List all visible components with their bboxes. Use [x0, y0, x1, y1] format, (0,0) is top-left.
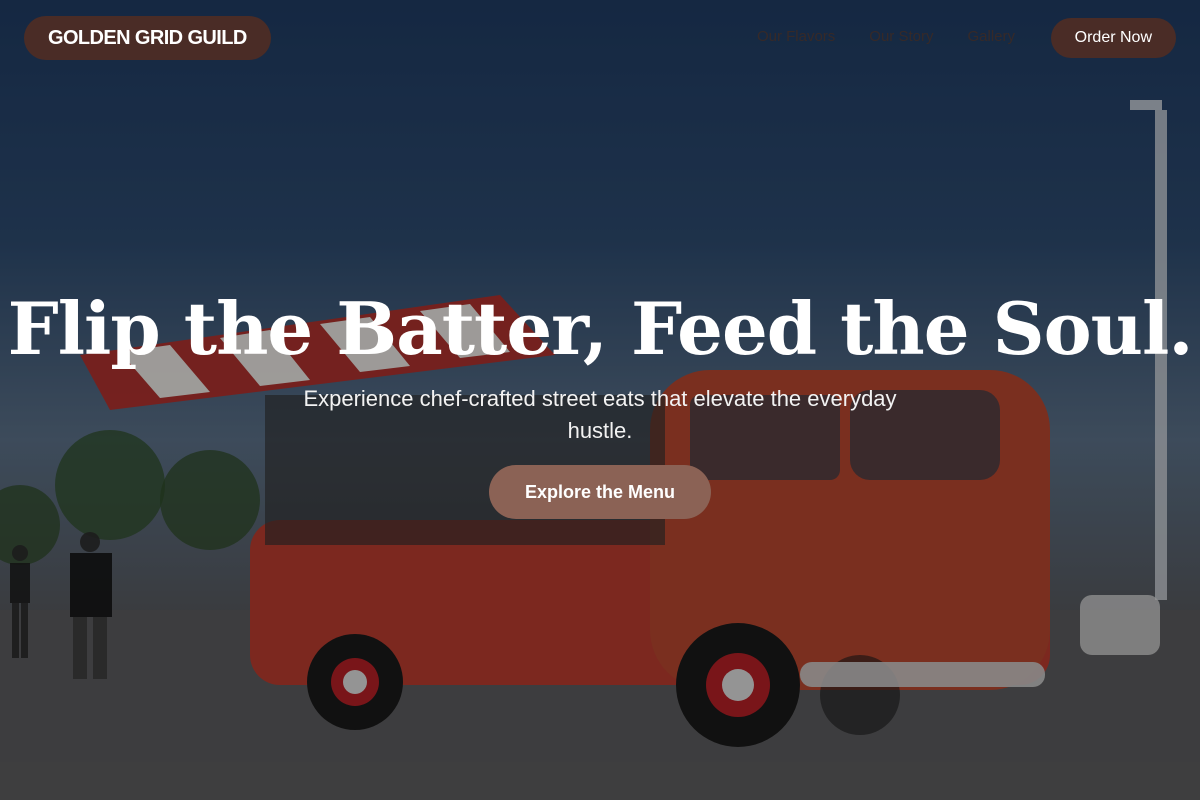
nav-link-gallery[interactable]: Gallery: [967, 28, 1015, 45]
nav-link-our-flavors[interactable]: Our Flavors: [757, 28, 835, 45]
hero-section: GOLDEN GRID GUILD Our Flavors Our Story …: [0, 0, 1200, 800]
hero-subtitle: Experience chef-crafted street eats that…: [303, 386, 897, 443]
top-nav: GOLDEN GRID GUILD Our Flavors Our Story …: [0, 0, 1200, 80]
hero-title: Flip the Batter, Feed the Soul.: [7, 286, 1194, 371]
brand-logo[interactable]: GOLDEN GRID GUILD: [24, 16, 271, 60]
nav-links: Our Flavors Our Story Gallery: [757, 28, 1015, 45]
order-now-button[interactable]: Order Now: [1050, 18, 1176, 58]
nav-link-our-story[interactable]: Our Story: [869, 28, 933, 45]
explore-menu-button[interactable]: Explore the Menu: [489, 465, 711, 519]
